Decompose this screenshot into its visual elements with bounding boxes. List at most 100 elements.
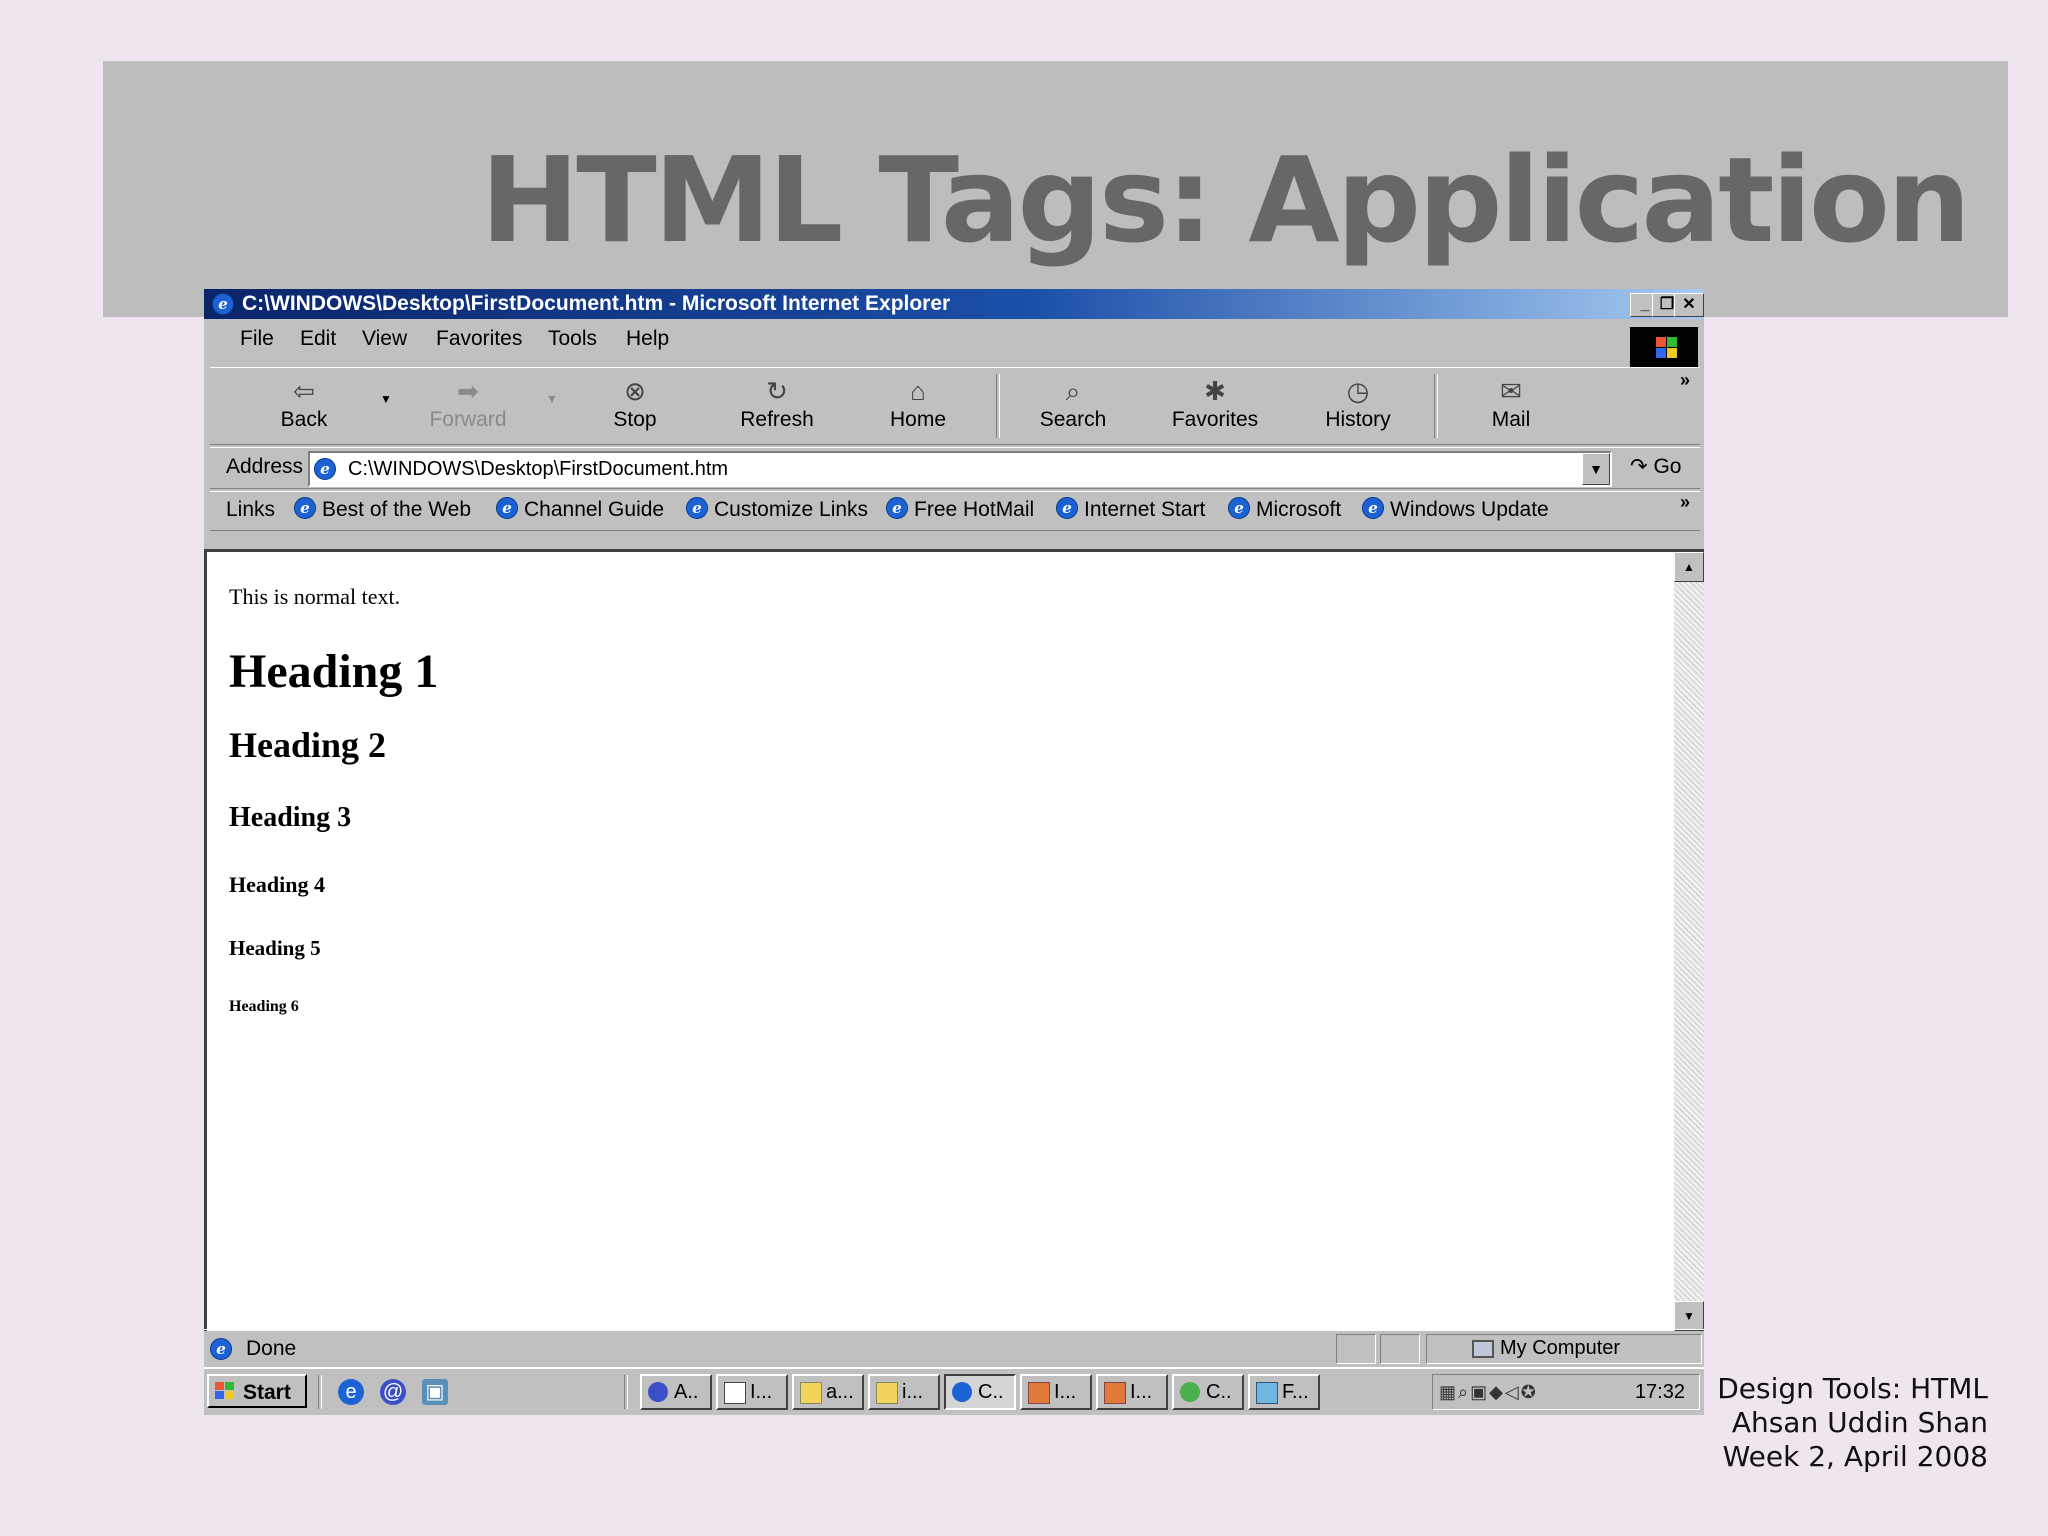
- link-microsoft[interactable]: e Microsoft: [1228, 497, 1341, 522]
- frontpage-icon: [1256, 1382, 1278, 1404]
- title-band: HTML Tags: Application: [103, 61, 2008, 317]
- link-channel-guide[interactable]: e Channel Guide: [496, 497, 664, 522]
- toolbar-separator: [1434, 374, 1438, 438]
- stop-button[interactable]: ⊗ Stop: [585, 368, 685, 432]
- address-input[interactable]: e C:\WINDOWS\Desktop\FirstDocument.htm ▼: [308, 451, 1612, 487]
- go-arrow-icon: ↷: [1630, 455, 1648, 478]
- address-label: Address: [226, 455, 304, 478]
- task-button[interactable]: A..: [640, 1374, 712, 1410]
- taskbar-separator: [624, 1375, 628, 1409]
- heading-4: Heading 4: [229, 872, 325, 897]
- slide-title: HTML Tags: Application: [480, 131, 1971, 269]
- windows-flag-icon: [215, 1382, 235, 1400]
- normal-text: This is normal text.: [229, 584, 401, 609]
- status-panel: [1336, 1334, 1376, 1364]
- menu-bar: File Edit View Favorites Tools Help: [204, 321, 1704, 361]
- task-button[interactable]: C..: [1172, 1374, 1244, 1410]
- task-button[interactable]: i...: [868, 1374, 940, 1410]
- toolbar-more-icon[interactable]: »: [1680, 370, 1690, 391]
- forward-button[interactable]: ➡ Forward: [418, 368, 518, 432]
- menu-view[interactable]: View: [362, 327, 407, 351]
- my-computer-icon: [1472, 1339, 1494, 1358]
- slide-footer: Design Tools: HTML Ahsan Uddin Shan Week…: [1717, 1372, 1988, 1474]
- tray-icons[interactable]: ▦⌕▣◆◁✪: [1439, 1382, 1538, 1403]
- quicklaunch-outlook-icon[interactable]: @: [380, 1379, 406, 1405]
- status-panel: [1380, 1334, 1420, 1364]
- mail-button[interactable]: ✉ Mail: [1461, 368, 1561, 432]
- link-internet-start[interactable]: e Internet Start: [1056, 497, 1205, 522]
- footer-course: Design Tools: HTML: [1717, 1372, 1988, 1405]
- task-button-active[interactable]: C..: [944, 1374, 1016, 1410]
- forward-dropdown-icon[interactable]: ▼: [546, 392, 558, 406]
- history-button[interactable]: ◷ History: [1308, 368, 1408, 432]
- stop-icon: ⊗: [624, 376, 646, 406]
- powerpoint-icon: [1028, 1382, 1050, 1404]
- ie-icon: e: [212, 293, 234, 315]
- taskbar: Start e @ ▣ A.. I... a... i... C.. I... …: [204, 1367, 1704, 1415]
- go-button[interactable]: ↷ Go: [1630, 454, 1681, 479]
- ie-link-icon: e: [496, 497, 518, 520]
- address-dropdown-icon[interactable]: ▼: [1582, 453, 1610, 485]
- task-button[interactable]: I...: [1096, 1374, 1168, 1410]
- favorites-button[interactable]: ✱ Favorites: [1165, 368, 1265, 432]
- ie-link-icon: e: [1056, 497, 1078, 520]
- clock: 17:32: [1634, 1381, 1685, 1403]
- links-more-icon[interactable]: »: [1680, 492, 1690, 513]
- search-button[interactable]: ⌕ Search: [1023, 368, 1123, 432]
- document-icon: [724, 1382, 746, 1404]
- link-best-of-the-web[interactable]: e Best of the Web: [294, 497, 471, 522]
- page-icon: e: [314, 458, 336, 480]
- ie-window: e C:\WINDOWS\Desktop\FirstDocument.htm -…: [204, 289, 1704, 1415]
- home-button[interactable]: ⌂ Home: [868, 368, 968, 432]
- links-label: Links: [226, 498, 276, 521]
- search-icon: ⌕: [1065, 376, 1081, 406]
- home-icon: ⌂: [910, 376, 926, 406]
- link-windows-update[interactable]: e Windows Update: [1362, 497, 1549, 522]
- close-button[interactable]: ✕: [1674, 293, 1704, 317]
- heading-1: Heading 1: [229, 645, 439, 698]
- standard-toolbar: ⇦ Back ▼ ➡ Forward ▼ ⊗ Stop ↻ Refresh ⌂ …: [210, 367, 1700, 445]
- folder-icon: [800, 1382, 822, 1404]
- task-button[interactable]: a...: [792, 1374, 864, 1410]
- status-bar: e Done My Computer: [204, 1329, 1704, 1366]
- ie-link-icon: e: [1362, 497, 1384, 520]
- footer-author: Ahsan Uddin Shan: [1731, 1406, 1988, 1439]
- page-viewport[interactable]: This is normal text. Heading 1 Heading 2…: [204, 549, 1704, 1331]
- system-tray: ▦⌕▣◆◁✪ 17:32: [1432, 1374, 1700, 1410]
- heading-2: Heading 2: [229, 725, 387, 765]
- task-button[interactable]: F...: [1248, 1374, 1320, 1410]
- vertical-scrollbar[interactable]: ▲ ▼: [1674, 552, 1704, 1331]
- quicklaunch-ie-icon[interactable]: e: [338, 1379, 364, 1405]
- window-titlebar[interactable]: e C:\WINDOWS\Desktop\FirstDocument.htm -…: [204, 289, 1704, 319]
- forward-arrow-icon: ➡: [457, 376, 479, 406]
- heading-6: Heading 6: [229, 998, 299, 1015]
- ie-link-icon: e: [294, 497, 316, 520]
- folder-icon: [876, 1382, 898, 1404]
- refresh-icon: ↻: [766, 376, 788, 406]
- window-title: C:\WINDOWS\Desktop\FirstDocument.htm - M…: [242, 292, 951, 315]
- menu-file[interactable]: File: [240, 327, 274, 351]
- back-button[interactable]: ⇦ Back: [254, 368, 354, 432]
- taskbar-separator: [318, 1375, 322, 1409]
- task-button[interactable]: I...: [716, 1374, 788, 1410]
- link-customize-links[interactable]: e Customize Links: [686, 497, 868, 522]
- menu-help[interactable]: Help: [626, 327, 669, 351]
- status-panel-main: [204, 1334, 1332, 1362]
- link-free-hotmail[interactable]: e Free HotMail: [886, 497, 1034, 522]
- security-zone: My Computer: [1472, 1337, 1620, 1360]
- scroll-up-icon[interactable]: ▲: [1674, 552, 1704, 582]
- menu-favorites[interactable]: Favorites: [436, 327, 522, 351]
- favorites-icon: ✱: [1204, 376, 1226, 406]
- menu-tools[interactable]: Tools: [548, 327, 597, 351]
- cd-player-icon: [1180, 1382, 1200, 1402]
- heading-3: Heading 3: [229, 802, 352, 833]
- refresh-button[interactable]: ↻ Refresh: [727, 368, 827, 432]
- scroll-down-icon[interactable]: ▼: [1674, 1301, 1704, 1331]
- quicklaunch-desktop-icon[interactable]: ▣: [422, 1379, 448, 1405]
- start-button[interactable]: Start: [207, 1374, 307, 1408]
- task-button[interactable]: I...: [1020, 1374, 1092, 1410]
- back-dropdown-icon[interactable]: ▼: [380, 392, 392, 406]
- powerpoint-icon: [1104, 1382, 1126, 1404]
- outlook-icon: [648, 1382, 668, 1402]
- menu-edit[interactable]: Edit: [300, 327, 336, 351]
